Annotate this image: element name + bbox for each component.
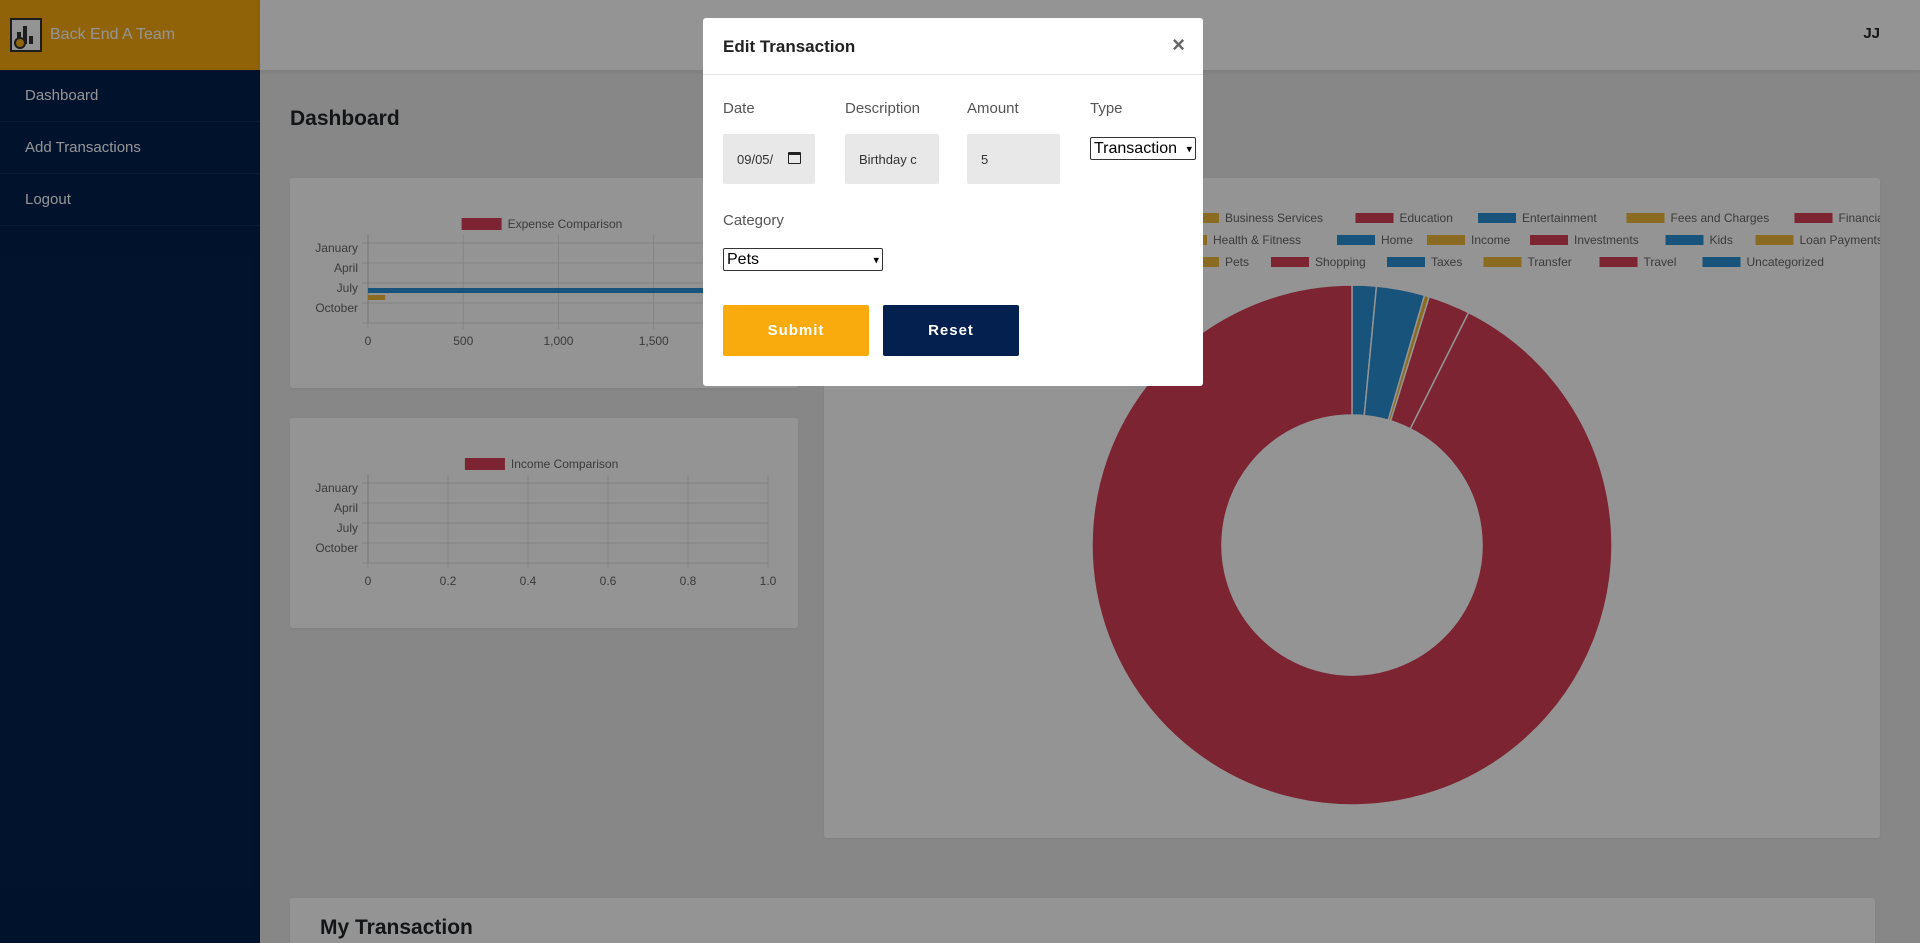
- calendar-icon[interactable]: [788, 152, 801, 164]
- date-label: Date: [723, 100, 755, 117]
- type-select[interactable]: Transaction ▾: [1090, 137, 1196, 160]
- type-value: Transaction: [1094, 139, 1177, 157]
- category-select[interactable]: Pets ▾: [723, 248, 883, 271]
- description-label: Description: [845, 100, 921, 117]
- category-value: Pets: [727, 250, 760, 268]
- description-value: Birthday c: [859, 151, 917, 167]
- amount-label: Amount: [967, 100, 1019, 117]
- chevron-down-icon: ▾: [873, 254, 879, 266]
- edit-transaction-modal: Edit Transaction × Date 09/05/ Descripti…: [703, 18, 1203, 386]
- date-value: 09/05/: [737, 151, 774, 167]
- close-icon[interactable]: ×: [1172, 32, 1185, 58]
- amount-field[interactable]: 5: [967, 134, 1060, 184]
- modal-header: Edit Transaction ×: [703, 18, 1203, 75]
- type-label: Type: [1090, 100, 1123, 117]
- amount-value: 5: [981, 151, 989, 167]
- description-field[interactable]: Birthday c: [845, 134, 939, 184]
- submit-button[interactable]: Submit: [723, 305, 869, 356]
- category-label: Category: [723, 212, 784, 229]
- chevron-down-icon: ▾: [1186, 143, 1192, 155]
- date-field[interactable]: 09/05/: [723, 134, 815, 184]
- modal-title: Edit Transaction: [723, 37, 856, 56]
- reset-button[interactable]: Reset: [883, 305, 1019, 356]
